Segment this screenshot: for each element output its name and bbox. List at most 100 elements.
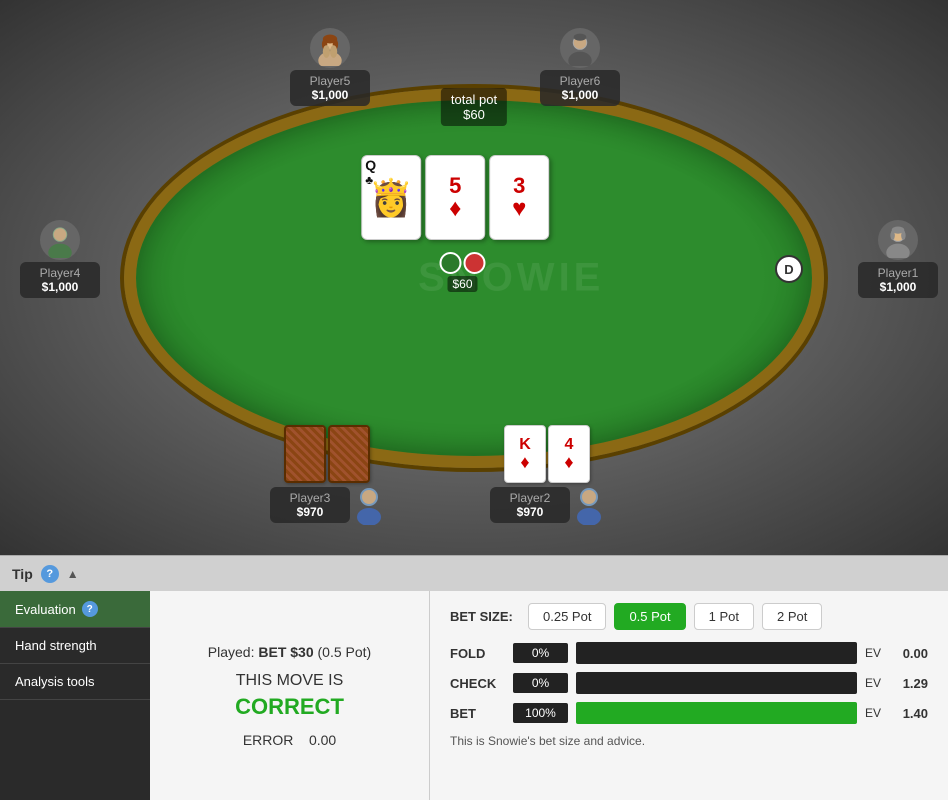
played-action: BET $30	[258, 644, 313, 660]
tip-bar: Tip ? ▲	[0, 555, 948, 591]
player1-name: Player1	[870, 266, 926, 280]
player-info-player4: Player4 $1,000	[20, 262, 100, 298]
tip-label: Tip	[12, 566, 33, 582]
player-box-player5: Player5 $1,000	[290, 28, 370, 106]
avatar-svg-player1	[880, 222, 916, 258]
sidebar-item-hand-strength[interactable]: Hand strength	[0, 628, 150, 664]
player6-name: Player6	[552, 74, 608, 88]
bet-size-05[interactable]: 0.5 Pot	[614, 603, 685, 630]
community-card-0: Q♣ 👸	[361, 155, 421, 240]
community-card-2: 3 ♥	[489, 155, 549, 240]
player-info-player6: Player6 $1,000	[540, 70, 620, 106]
tip-chevron-icon[interactable]: ▲	[67, 567, 79, 581]
bet-size-1[interactable]: 1 Pot	[694, 603, 754, 630]
sidebar: Evaluation ? Hand strength Analysis tool…	[0, 591, 150, 800]
player5-name: Player5	[302, 74, 358, 88]
tip-help-icon[interactable]: ?	[41, 565, 59, 583]
player-info-player2: Player2 $970	[490, 487, 570, 523]
dealer-button: D	[775, 255, 803, 283]
player-box-player2: K ♦ 4 ♦ Player2 $970	[490, 425, 604, 525]
player-info-player1: Player1 $1,000	[858, 262, 938, 298]
fold-ev-value: 0.00	[893, 646, 928, 661]
action-row-check: CHECK 0% EV 1.29	[450, 672, 928, 694]
bet-bar-container	[576, 702, 857, 724]
player-box-player4: Player4 $1,000	[20, 220, 100, 298]
fold-label: FOLD	[450, 646, 505, 661]
check-ev-label: EV	[865, 676, 885, 690]
bet-size-2[interactable]: 2 Pot	[762, 603, 822, 630]
avatar-inline-player2	[574, 485, 604, 525]
eval-area: Evaluation ? Hand strength Analysis tool…	[0, 591, 948, 800]
check-label: CHECK	[450, 676, 505, 691]
avatar-inline-player3	[354, 485, 384, 525]
eval-content: Played: BET $30 (0.5 Pot) THIS MOVE IS C…	[150, 591, 430, 800]
player-box-player3: Player3 $970	[270, 425, 384, 525]
avatar-svg-player5	[312, 30, 348, 66]
snowie-advice: This is Snowie's bet size and advice.	[450, 734, 928, 748]
player5-stack: $1,000	[302, 88, 358, 102]
played-label: Played:	[208, 644, 255, 660]
bet-ev-value: 1.40	[893, 706, 928, 721]
player3-card2	[328, 425, 370, 483]
played-detail: (0.5 Pot)	[318, 644, 372, 660]
avatar-player1	[878, 220, 918, 260]
evaluation-help-icon[interactable]: ?	[82, 601, 98, 617]
avatar-player4	[40, 220, 80, 260]
player2-card2: 4 ♦	[548, 425, 590, 483]
community-cards: Q♣ 👸 5 ♦ 3 ♥	[361, 155, 549, 240]
sidebar-item-evaluation[interactable]: Evaluation ?	[0, 591, 150, 628]
fold-pct: 0%	[513, 643, 568, 663]
community-card-1: 5 ♦	[425, 155, 485, 240]
check-ev-value: 1.29	[893, 676, 928, 691]
check-bar-container	[576, 672, 857, 694]
avatar-player5	[310, 28, 350, 68]
bet-ev-label: EV	[865, 706, 885, 720]
played-text: Played: BET $30 (0.5 Pot)	[208, 644, 371, 660]
player3-hand	[270, 425, 384, 483]
player-info-player5: Player5 $1,000	[290, 70, 370, 106]
bet-label: BET	[450, 706, 505, 721]
action-stats: BET SIZE: 0.25 Pot 0.5 Pot 1 Pot 2 Pot F…	[430, 591, 948, 800]
bet-bar-fill	[576, 702, 857, 724]
check-pct: 0%	[513, 673, 568, 693]
chip-green	[440, 252, 462, 274]
fold-ev-label: EV	[865, 646, 885, 660]
correct-label: CORRECT	[235, 694, 344, 720]
action-row-bet: BET 100% EV 1.40	[450, 702, 928, 724]
error-label: ERROR	[243, 732, 294, 748]
pot-chips: $60	[440, 252, 486, 292]
bet-pct: 100%	[513, 703, 568, 723]
move-label: THIS MOVE IS	[236, 672, 344, 690]
avatar-player6	[560, 28, 600, 68]
bottom-panel: Tip ? ▲ Evaluation ? Hand strength Analy…	[0, 555, 948, 800]
player-box-player1: Player1 $1,000	[858, 220, 938, 298]
chip-red	[464, 252, 486, 274]
player3-name: Player3	[282, 491, 338, 505]
bet-size-025[interactable]: 0.25 Pot	[528, 603, 606, 630]
bet-size-label: BET SIZE:	[450, 609, 520, 624]
player2-hand: K ♦ 4 ♦	[490, 425, 604, 483]
error-value: 0.00	[309, 732, 336, 748]
player2-stack: $970	[502, 505, 558, 519]
player1-stack: $1,000	[870, 280, 926, 294]
avatar-svg-player6	[562, 30, 598, 66]
total-pot: total pot $60	[441, 88, 507, 126]
player6-stack: $1,000	[552, 88, 608, 102]
player4-name: Player4	[32, 266, 88, 280]
sidebar-item-analysis-tools[interactable]: Analysis tools	[0, 664, 150, 700]
sidebar-item-label-analysis-tools: Analysis tools	[15, 674, 94, 689]
player2-card1: K ♦	[504, 425, 546, 483]
fold-bar-container	[576, 642, 857, 664]
player3-stack: $970	[282, 505, 338, 519]
pot-amount: $60	[447, 276, 477, 292]
player-info-player3: Player3 $970	[270, 487, 350, 523]
player3-card1	[284, 425, 326, 483]
poker-table-area: SNOWIE total pot $60 Q♣ 👸 5 ♦ 3 ♥ $60 D	[0, 0, 948, 555]
sidebar-item-label-evaluation: Evaluation	[15, 602, 76, 617]
total-pot-label: total pot	[451, 92, 497, 107]
action-row-fold: FOLD 0% EV 0.00	[450, 642, 928, 664]
error-text: ERROR 0.00	[243, 732, 336, 748]
player4-stack: $1,000	[32, 280, 88, 294]
bet-size-row: BET SIZE: 0.25 Pot 0.5 Pot 1 Pot 2 Pot	[450, 603, 928, 630]
total-pot-value: $60	[451, 107, 497, 122]
